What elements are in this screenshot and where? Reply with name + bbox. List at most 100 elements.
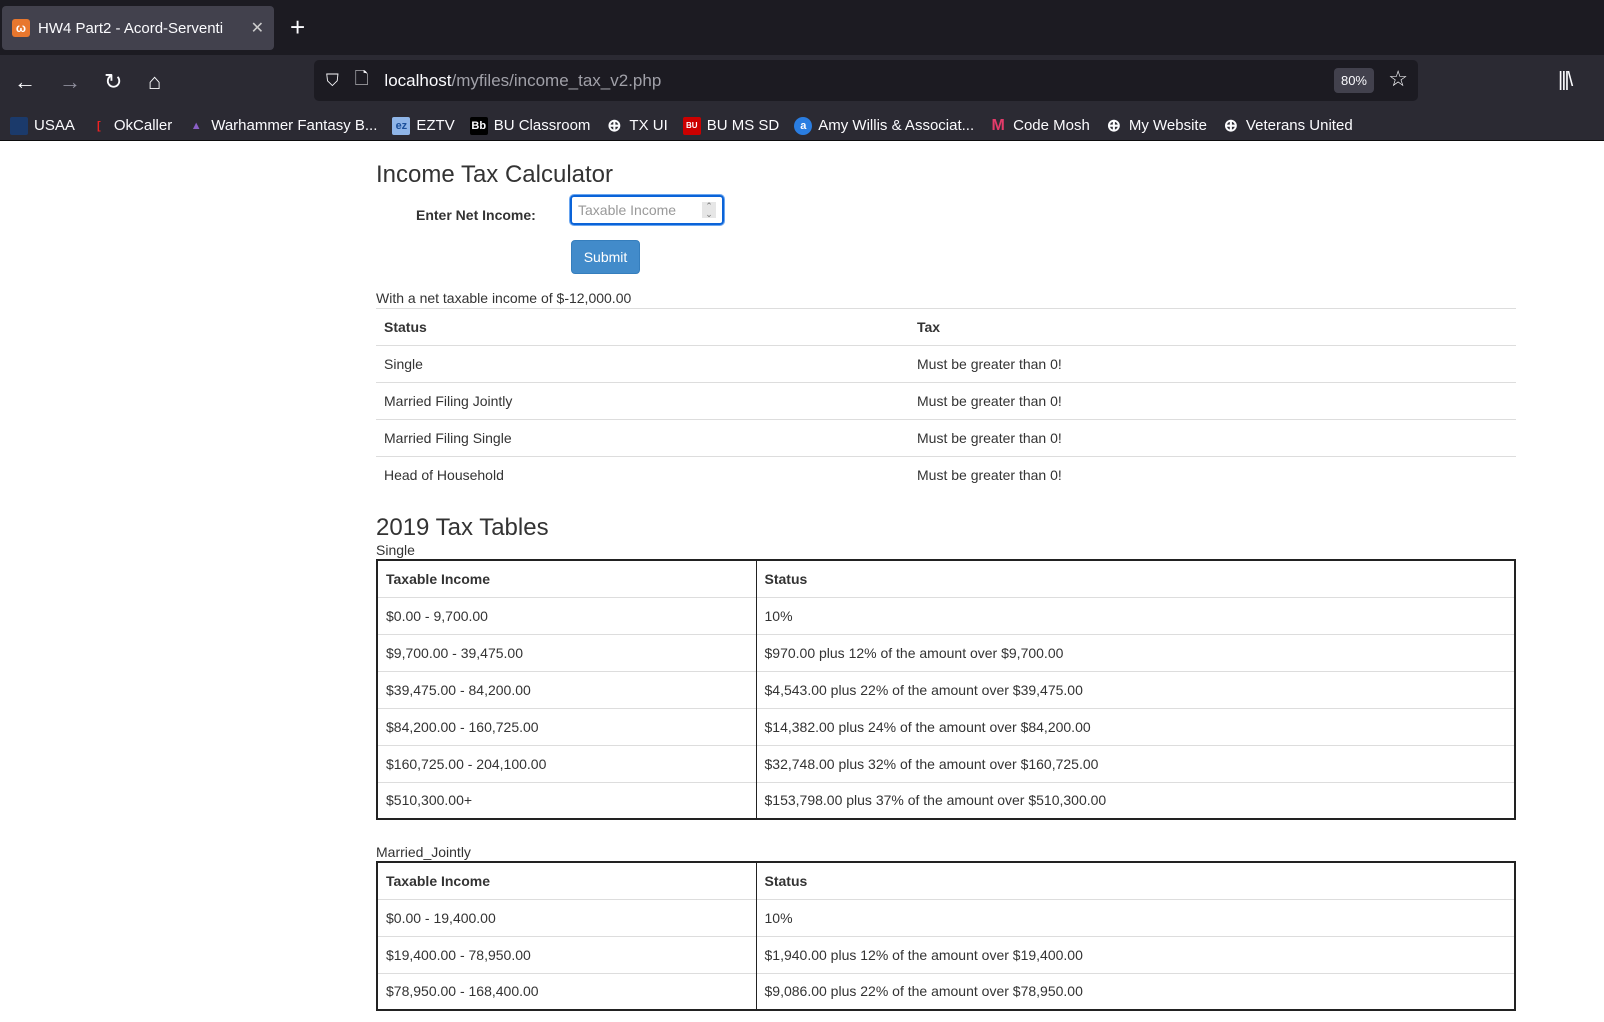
bookmark-bu-ms-sd[interactable]: BU BU MS SD <box>682 116 779 135</box>
header-taxable-income: Taxable Income <box>377 560 757 597</box>
table-header: Taxable Income Status <box>377 862 1515 899</box>
tax-tables-title: 2019 Tax Tables <box>376 514 549 541</box>
table-row: $19,400.00 - 78,950.00 $1,940.00 plus 12%… <box>377 936 1515 973</box>
shield-icon[interactable]: ⛉ <box>326 71 339 91</box>
okcaller-icon: [ <box>97 119 101 132</box>
income-cell: $0.00 - 19,400.00 <box>377 899 757 936</box>
status-cell: Married Filing Jointly <box>384 393 513 409</box>
bookmark-eztv[interactable]: ez EZTV <box>392 116 455 135</box>
header-status: Status <box>384 319 427 335</box>
tab-bar: ω HW4 Part2 - Acord-Serventi ✕ + <box>0 0 1604 55</box>
library-icon[interactable]: |||\ <box>1558 69 1573 92</box>
page-title: Income Tax Calculator <box>376 161 613 188</box>
star-icon[interactable]: ☆ <box>1388 66 1408 92</box>
rate-cell: $153,798.00 plus 37% of the amount over … <box>764 792 1107 809</box>
table-row: Single Must be greater than 0! <box>376 345 1516 383</box>
input-placeholder: Taxable Income <box>578 202 677 218</box>
rate-cell: $1,940.00 plus 12% of the amount over $1… <box>764 946 1083 963</box>
bookmark-amy-willis[interactable]: a Amy Willis & Associat... <box>794 116 974 135</box>
amy-willis-icon: a <box>794 116 813 135</box>
tax-cell: Must be greater than 0! <box>917 430 1062 446</box>
rate-cell: $4,543.00 plus 22% of the amount over $3… <box>764 681 1083 698</box>
rate-cell: 10% <box>764 607 793 624</box>
spinner-icon[interactable]: ⌃ ⌄ <box>702 202 716 219</box>
taxable-income-input[interactable]: Taxable Income ⌃ ⌄ <box>570 195 724 225</box>
income-cell: $160,725.00 - 204,100.00 <box>377 745 757 782</box>
bookmark-usaa[interactable]: USAA <box>10 116 75 135</box>
table-row: $84,200.00 - 160,725.00 $14,382.00 plus 2… <box>377 708 1515 745</box>
bookmark-code-mosh[interactable]: M Code Mosh <box>989 116 1089 135</box>
table-row: Head of Household Must be greater than 0! <box>376 456 1516 494</box>
bookmark-my-website[interactable]: ⊕ My Website <box>1105 115 1207 135</box>
close-icon[interactable]: ✕ <box>251 18 264 38</box>
income-cell: $39,475.00 - 84,200.00 <box>377 671 757 708</box>
bu-icon: BU <box>682 116 701 135</box>
page-icon: 🗋 <box>354 69 369 88</box>
bookmark-veterans-united[interactable]: ⊕ Veterans United <box>1222 115 1353 135</box>
xampp-icon: ω <box>12 19 30 37</box>
tax-cell: Must be greater than 0! <box>917 356 1062 372</box>
result-table: Status Tax Single Must be greater than 0! … <box>376 308 1516 494</box>
new-tab-icon[interactable]: + <box>290 12 305 43</box>
married-jointly-caption: Married_Jointly <box>376 844 471 860</box>
bookmark-tx-ui[interactable]: ⊕ TX UI <box>605 115 667 135</box>
globe-icon: ⊕ <box>1106 115 1121 135</box>
bookmark-okcaller[interactable]: [OkCaller <box>90 117 172 135</box>
table-header: Status Tax <box>376 308 1516 346</box>
status-cell: Head of Household <box>384 467 504 484</box>
tax-cell: Must be greater than 0! <box>917 393 1062 409</box>
table-row: Married Filing Single Must be greater tha… <box>376 419 1516 457</box>
rate-cell: $970.00 plus 12% of the amount over $9,7… <box>764 644 1064 661</box>
reload-icon[interactable]: ↻ <box>104 69 122 95</box>
status-cell: Single <box>384 356 423 372</box>
bookmark-bu-classroom[interactable]: Bb BU Classroom <box>469 116 590 135</box>
globe-icon: ⊕ <box>607 115 622 135</box>
back-icon[interactable]: ← <box>14 69 36 95</box>
income-cell: $9,700.00 - 39,475.00 <box>377 634 757 671</box>
table-row: $78,950.00 - 168,400.00 $9,086.00 plus 22… <box>377 973 1515 1010</box>
home-icon[interactable]: ⌂ <box>148 69 161 95</box>
url-path: /myfiles/income_tax_v2.php <box>451 70 662 90</box>
eztv-icon: ez <box>392 116 411 135</box>
income-cell: $84,200.00 - 160,725.00 <box>377 708 757 745</box>
bookmarks-bar: USAA [OkCaller ▲ Warhammer Fantasy B... e… <box>0 111 1604 141</box>
nav-bar: ← → ↻ ⌂ ⛉ 🗋 localhost/myfiles/income_tax… <box>0 55 1604 111</box>
table-row: $160,725.00 - 204,100.00 $32,748.00 plus … <box>377 745 1515 782</box>
table-row: Married Filing Jointly Must be greater th… <box>376 382 1516 420</box>
code-mosh-icon: M <box>991 116 1005 134</box>
zoom-level[interactable]: 80% <box>1333 68 1374 93</box>
bookmark-warhammer[interactable]: ▲ Warhammer Fantasy B... <box>187 117 378 135</box>
blackboard-icon: Bb <box>469 116 488 135</box>
usaa-icon <box>10 116 28 135</box>
url-host: localhost <box>384 70 452 90</box>
rate-cell: 10% <box>764 909 793 926</box>
rate-cell: $14,382.00 plus 24% of the amount over $… <box>764 718 1091 735</box>
warhammer-icon: ▲ <box>190 119 202 132</box>
table-row: $39,475.00 - 84,200.00 $4,543.00 plus 22%… <box>377 671 1515 708</box>
income-cell: $78,950.00 - 168,400.00 <box>377 973 757 1010</box>
header-status: Status <box>764 872 808 889</box>
tab-title: HW4 Part2 - Acord-Serventi <box>38 19 224 37</box>
married-jointly-tax-table: Taxable Income Status $0.00 - 19,400.00 10… <box>376 861 1516 1011</box>
table-row: $510,300.00+ $153,798.00 plus 37% of the … <box>377 782 1515 819</box>
header-status: Status <box>764 570 808 587</box>
income-cell: $19,400.00 - 78,950.00 <box>377 936 757 973</box>
income-cell: $0.00 - 9,700.00 <box>377 597 757 634</box>
submit-button[interactable]: Submit <box>571 240 640 274</box>
rate-cell: $9,086.00 plus 22% of the amount over $7… <box>764 983 1083 1000</box>
single-caption: Single <box>376 542 415 558</box>
header-tax: Tax <box>917 319 941 335</box>
income-cell: $510,300.00+ <box>377 782 757 819</box>
net-income-label: Enter Net Income: <box>416 207 536 223</box>
browser-tab[interactable]: ω HW4 Part2 - Acord-Serventi ✕ <box>2 6 274 50</box>
header-taxable-income: Taxable Income <box>377 862 757 899</box>
tax-cell: Must be greater than 0! <box>917 467 1062 484</box>
rate-cell: $32,748.00 plus 32% of the amount over $… <box>764 755 1099 772</box>
page-content: Income Tax Calculator Enter Net Income: … <box>0 141 1604 1022</box>
forward-icon[interactable]: → <box>59 69 81 95</box>
table-row: $9,700.00 - 39,475.00 $970.00 plus 12% of… <box>377 634 1515 671</box>
address-bar[interactable]: ⛉ 🗋 localhost/myfiles/income_tax_v2.php … <box>314 60 1418 101</box>
single-tax-table: Taxable Income Status $0.00 - 9,700.00 10%… <box>376 559 1516 820</box>
result-summary: With a net taxable income of $-12,000.00 <box>376 290 632 306</box>
globe-icon: ⊕ <box>1223 115 1239 135</box>
